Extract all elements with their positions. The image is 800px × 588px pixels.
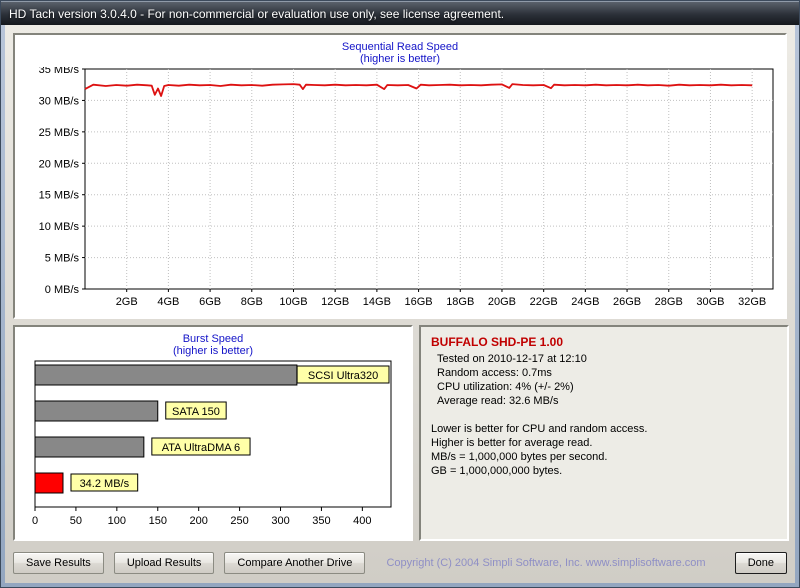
- note-lower-better: Lower is better for CPU and random acces…: [431, 423, 777, 435]
- svg-text:30GB: 30GB: [696, 296, 724, 308]
- svg-text:8GB: 8GB: [241, 296, 263, 308]
- svg-text:26GB: 26GB: [613, 296, 641, 308]
- random-access-line: Random access: 0.7ms: [437, 367, 777, 379]
- svg-text:18GB: 18GB: [446, 296, 474, 308]
- svg-text:16GB: 16GB: [405, 296, 433, 308]
- hdtach-window: HD Tach version 3.0.4.0 - For non-commer…: [0, 0, 800, 588]
- svg-text:ATA UltraDMA 6: ATA UltraDMA 6: [162, 442, 240, 454]
- cpu-utilization-line: CPU utilization: 4% (+/- 2%): [437, 381, 777, 393]
- info-notes: Lower is better for CPU and random acces…: [431, 423, 777, 477]
- svg-text:50: 50: [70, 515, 82, 527]
- svg-text:150: 150: [149, 515, 167, 527]
- svg-text:24GB: 24GB: [571, 296, 599, 308]
- note-gb-definition: GB = 1,000,000,000 bytes.: [431, 465, 777, 477]
- burst-plot: 0 50 100 150 200 250 300 350 400 SCSI Ultra320 SAT…: [21, 359, 405, 531]
- client-area: Sequential Read Speed (higher is better)…: [5, 25, 795, 583]
- save-results-button[interactable]: Save Results: [13, 552, 104, 574]
- average-read-line: Average read: 32.6 MB/s: [437, 395, 777, 407]
- svg-text:6GB: 6GB: [199, 296, 221, 308]
- sequential-chart-subtitle: (higher is better): [15, 53, 785, 65]
- button-row: Save Results Upload Results Compare Anot…: [13, 551, 787, 575]
- titlebar[interactable]: HD Tach version 3.0.4.0 - For non-commer…: [1, 1, 799, 25]
- svg-text:5 MB/s: 5 MB/s: [45, 253, 80, 265]
- svg-text:400: 400: [353, 515, 371, 527]
- window-title: HD Tach version 3.0.4.0 - For non-commer…: [1, 7, 504, 21]
- svg-text:4GB: 4GB: [157, 296, 179, 308]
- svg-text:28GB: 28GB: [655, 296, 683, 308]
- compare-drive-button[interactable]: Compare Another Drive: [224, 552, 365, 574]
- done-button[interactable]: Done: [735, 552, 787, 574]
- svg-text:25 MB/s: 25 MB/s: [39, 127, 80, 139]
- tested-on-line: Tested on 2010-12-17 at 12:10: [437, 353, 777, 365]
- drive-name: BUFFALO SHD-PE 1.00: [431, 335, 777, 349]
- results-info-panel: BUFFALO SHD-PE 1.00 Tested on 2010-12-17…: [419, 325, 789, 541]
- svg-text:12GB: 12GB: [321, 296, 349, 308]
- svg-text:35 MB/s: 35 MB/s: [39, 67, 80, 76]
- svg-text:20GB: 20GB: [488, 296, 516, 308]
- svg-text:0 MB/s: 0 MB/s: [45, 284, 80, 296]
- note-mbs-definition: MB/s = 1,000,000 bytes per second.: [431, 451, 777, 463]
- svg-text:34.2 MB/s: 34.2 MB/s: [80, 478, 130, 490]
- svg-text:22GB: 22GB: [530, 296, 558, 308]
- svg-text:10GB: 10GB: [279, 296, 307, 308]
- burst-chart-subtitle: (higher is better): [15, 345, 411, 357]
- svg-text:32GB: 32GB: [738, 296, 766, 308]
- svg-text:250: 250: [230, 515, 248, 527]
- svg-text:2GB: 2GB: [116, 296, 138, 308]
- svg-text:14GB: 14GB: [363, 296, 391, 308]
- burst-chart-title: Burst Speed: [15, 333, 411, 345]
- svg-text:SATA 150: SATA 150: [172, 406, 220, 418]
- svg-text:300: 300: [271, 515, 289, 527]
- svg-text:SCSI Ultra320: SCSI Ultra320: [308, 370, 378, 382]
- svg-text:350: 350: [312, 515, 330, 527]
- svg-text:0: 0: [32, 515, 38, 527]
- burst-speed-panel: Burst Speed (higher is better) 0 50 100 150…: [13, 325, 413, 541]
- svg-text:100: 100: [108, 515, 126, 527]
- svg-text:200: 200: [189, 515, 207, 527]
- sequential-chart-title: Sequential Read Speed: [15, 41, 785, 53]
- svg-text:15 MB/s: 15 MB/s: [39, 190, 80, 202]
- sequential-read-panel: Sequential Read Speed (higher is better)…: [13, 33, 787, 319]
- svg-text:30 MB/s: 30 MB/s: [39, 95, 80, 107]
- svg-text:20 MB/s: 20 MB/s: [39, 158, 80, 170]
- sequential-plot: 2GB 4GB 6GB 8GB 10GB 12GB 14GB 16GB 18GB 20GB 22GB…: [21, 67, 779, 315]
- note-higher-better: Higher is better for average read.: [431, 437, 777, 449]
- upload-results-button[interactable]: Upload Results: [114, 552, 215, 574]
- copyright-link[interactable]: Copyright (C) 2004 Simpli Software, Inc.…: [375, 557, 716, 569]
- svg-text:10 MB/s: 10 MB/s: [39, 221, 80, 233]
